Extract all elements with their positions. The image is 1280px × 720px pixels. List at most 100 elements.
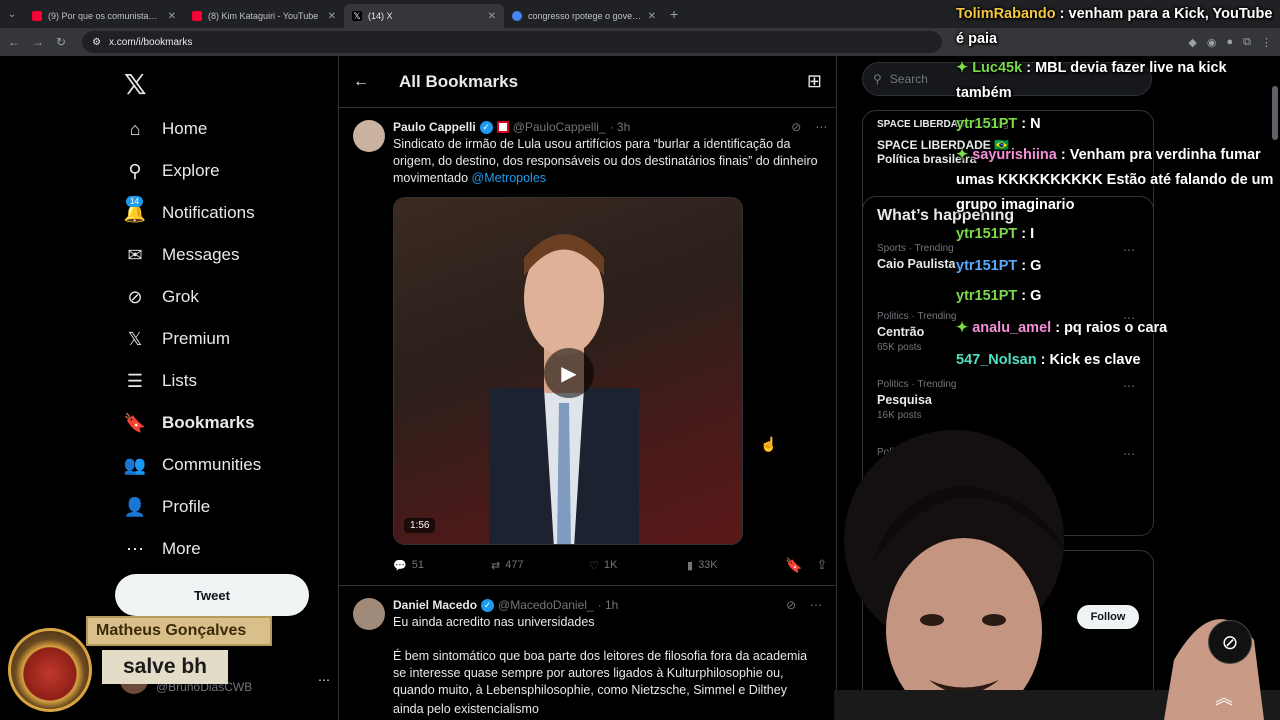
tweet[interactable]: Daniel Macedo ✓ @MacedoDaniel_ · 1h ⊘ ⋯ … [339, 586, 836, 718]
chat-message: 547_Nolsan : Kick es clave [956, 352, 1141, 368]
verified-badge-icon: ✓ [479, 120, 493, 134]
nav-messages[interactable]: ✉ Messages [124, 234, 261, 276]
trend-count: 16K posts [877, 410, 922, 421]
close-tab-icon[interactable]: ✕ [488, 11, 496, 22]
verified-badge-icon: ✓ [481, 598, 495, 612]
video-duration: 1:56 [404, 518, 436, 533]
site-info-icon[interactable]: ⚙ [92, 37, 101, 48]
communities-icon: 👥 [123, 454, 147, 475]
repost-button[interactable]: ⇄ 477 [491, 559, 589, 572]
nav-more[interactable]: ⋯ More [124, 528, 261, 570]
chat-text: G [1030, 288, 1042, 304]
scroll-top-chevron-icon[interactable]: ︽ [1206, 682, 1242, 712]
envelope-icon: ✉ [127, 244, 143, 265]
new-tab-icon[interactable]: + [670, 6, 678, 22]
views-button[interactable]: ▮ 33K [687, 559, 785, 572]
avatar[interactable] [353, 120, 385, 152]
nav-lists[interactable]: ☰ Lists [124, 360, 261, 402]
nav-label: Lists [162, 371, 197, 390]
bookmarks-timeline: ← All Bookmarks ⊞ Paulo Cappelli ✓ @Paul… [338, 56, 837, 720]
close-tab-icon[interactable]: ✕ [648, 11, 656, 22]
close-tab-icon[interactable]: ✕ [168, 11, 176, 22]
author-name[interactable]: Daniel Macedo [393, 598, 477, 612]
google-favicon-icon [512, 11, 522, 21]
reply-button[interactable]: 💬 51 [393, 559, 491, 572]
like-button[interactable]: ♡ 1K [589, 559, 687, 572]
nav-home[interactable]: ⌂ Home [124, 108, 261, 150]
tab-title: (8) Kim Kataguiri - YouTube [208, 11, 319, 21]
chat-username: Luc45k [972, 60, 1023, 76]
author-handle[interactable]: @MacedoDaniel_ [498, 598, 594, 612]
share-icon[interactable]: ⇪ [816, 557, 827, 573]
person-icon: 👤 [123, 496, 147, 517]
search-placeholder: Search [889, 72, 928, 86]
more-dots-icon[interactable]: ⋯ [318, 673, 330, 687]
tweet-text-paragraph: É bem sintomático que boa parte dos leit… [393, 649, 808, 697]
nav-grok[interactable]: ⊘ Grok [124, 276, 261, 318]
forward-icon[interactable]: → [32, 35, 44, 49]
chat-badge-icon: ✦ [956, 147, 969, 163]
tweet-text: Sindicato de irmão de Lula usou artifíci… [393, 137, 818, 185]
chat-username: ytr151PT [956, 288, 1018, 304]
author-name[interactable]: Paulo Cappelli [393, 120, 476, 134]
address-bar[interactable]: ⚙ x.com/i/bookmarks [82, 31, 943, 53]
nav-explore[interactable]: ⚲ Explore [124, 150, 261, 192]
chat-text: I [1030, 226, 1035, 242]
nav-notifications[interactable]: 🔔 14 Notifications [124, 192, 261, 234]
home-icon: ⌂ [129, 118, 141, 139]
avatar[interactable] [353, 598, 385, 630]
nav-profile[interactable]: 👤 Profile [124, 486, 261, 528]
chat-badge-icon: ✦ [956, 320, 969, 336]
grok-explain-icon[interactable]: ⊘ [791, 120, 801, 134]
close-tab-icon[interactable]: ✕ [328, 11, 336, 22]
tweet-time[interactable]: · 1h [598, 598, 619, 612]
play-icon[interactable]: ▶ [544, 348, 594, 398]
grok-explain-icon[interactable]: ⊘ [786, 598, 796, 612]
tweet-button[interactable]: Tweet [115, 574, 309, 616]
new-bookmark-folder-icon[interactable]: ⊞ [807, 71, 822, 92]
tweet-time[interactable]: · 3h [610, 120, 631, 134]
video-player[interactable]: ▶ 1:56 [393, 197, 743, 545]
browser-tab[interactable]: congresso rpotege o governo ✕ [504, 4, 664, 28]
nav-label: More [162, 539, 201, 558]
chat-message: ytr151PT : G [956, 258, 1042, 274]
grok-fab-icon[interactable]: ⊘ [1208, 620, 1252, 664]
nav-label: Grok [162, 287, 199, 306]
heart-icon: ♡ [589, 559, 599, 572]
chat-message: ✦ sayurishiina : Venham pra verdinha fum… [956, 147, 1274, 213]
more-dots-icon[interactable]: ⋯ [1123, 379, 1135, 393]
x-favicon-icon: 𝕏 [352, 10, 362, 21]
webcam-overlay [834, 430, 1280, 720]
nav-label: Messages [162, 245, 240, 264]
browser-tab[interactable]: (8) Kim Kataguiri - YouTube ✕ [184, 4, 344, 28]
page-scrollbar[interactable] [1272, 86, 1278, 140]
chat-text: G [1030, 258, 1042, 274]
more-dots-icon[interactable]: ⋯ [810, 598, 822, 612]
trend-name: Pesquisa [877, 393, 932, 407]
page-title: All Bookmarks [399, 71, 519, 91]
browser-tab[interactable]: (9) Por que os comunistas estão ✕ [24, 4, 184, 28]
tweet[interactable]: Paulo Cappelli ✓ @PauloCappelli_ · 3h ⊘ … [339, 108, 836, 586]
reload-icon[interactable]: ↻ [56, 35, 66, 49]
back-arrow-icon[interactable]: ← [353, 73, 369, 91]
chat-text: Kick es clave [1049, 352, 1141, 368]
nav-communities[interactable]: 👥 Communities [124, 444, 261, 486]
chat-message: ✦ analu_amel : pq raios o cara [956, 320, 1168, 336]
nav-label: Premium [162, 329, 231, 348]
nav-bookmarks[interactable]: 🔖 Bookmarks [124, 402, 261, 444]
tab-title: (9) Por que os comunistas estão [48, 11, 162, 21]
bookmark-filled-icon[interactable]: 🔖 [785, 557, 802, 574]
chat-text: pq raios o cara [1064, 320, 1168, 336]
x-logo-icon[interactable]: 𝕏 [124, 68, 147, 101]
more-dots-icon[interactable]: ⋯ [815, 120, 827, 134]
mouse-cursor-icon: ☝ [760, 436, 778, 452]
mention-link[interactable]: @Metropoles [472, 171, 547, 185]
author-handle[interactable]: @PauloCappelli_ [513, 120, 606, 134]
chat-message: TolimRabando : venham para a Kick, YouTu… [956, 6, 1273, 47]
back-icon[interactable]: ← [8, 35, 20, 49]
nav-premium[interactable]: 𝕏 Premium [124, 318, 261, 360]
tweet-text-line: ainda pelo existencialismo [393, 702, 539, 716]
tab-search-chevron-icon[interactable]: ⌄ [0, 9, 24, 20]
chat-username: analu_amel [972, 320, 1052, 336]
browser-tab-active[interactable]: 𝕏 (14) X ✕ [344, 4, 504, 28]
